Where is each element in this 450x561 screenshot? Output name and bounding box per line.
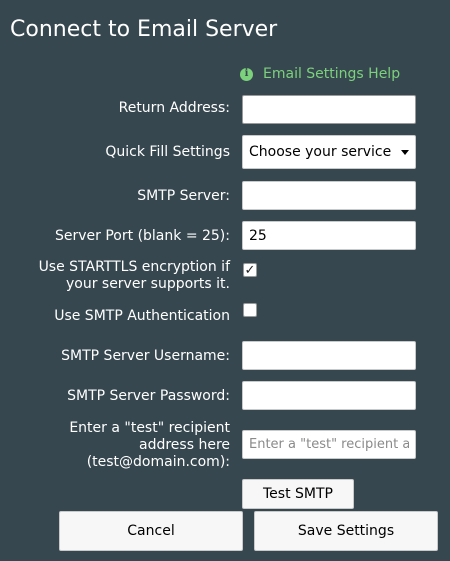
test-recipient-label-line2: address here	[139, 437, 230, 453]
smtp-server-input[interactable]	[242, 181, 416, 210]
server-port-input[interactable]	[242, 221, 416, 250]
smtp-password-input[interactable]	[242, 381, 416, 410]
server-port-label: Server Port (blank = 25):	[55, 228, 230, 244]
help-link-label: Email Settings Help	[263, 66, 401, 82]
starttls-checkbox[interactable]: ✓	[243, 263, 257, 277]
test-recipient-label: Enter a "test" recipient address here (t…	[69, 420, 230, 471]
save-settings-button[interactable]: Save Settings	[254, 511, 438, 551]
quick-fill-selected-value: Choose your service	[249, 144, 392, 160]
test-recipient-label-line1: Enter a "test" recipient	[69, 420, 230, 436]
test-recipient-label-line3: (test@domain.com):	[86, 454, 230, 470]
smtp-username-input[interactable]	[242, 341, 416, 370]
email-settings-help-link[interactable]: i Email Settings Help	[240, 66, 400, 82]
smtp-server-label: SMTP Server:	[137, 188, 230, 204]
chevron-down-icon	[401, 149, 409, 155]
cancel-button[interactable]: Cancel	[59, 511, 243, 551]
return-address-input[interactable]	[242, 95, 416, 124]
return-address-label: Return Address:	[118, 100, 230, 116]
checkmark-icon: ✓	[244, 262, 256, 278]
starttls-label: Use STARTTLS encryption if your server s…	[39, 259, 230, 293]
test-smtp-button[interactable]: Test SMTP	[242, 479, 354, 509]
smtp-username-label: SMTP Server Username:	[61, 348, 230, 364]
info-icon: i	[240, 67, 253, 81]
smtp-auth-checkbox[interactable]	[243, 303, 257, 317]
quick-fill-label: Quick Fill Settings	[105, 144, 230, 160]
test-recipient-input[interactable]	[242, 430, 416, 459]
smtp-password-label: SMTP Server Password:	[67, 388, 230, 404]
starttls-label-line1: Use STARTTLS encryption if	[38, 259, 230, 275]
dialog-title: Connect to Email Server	[10, 17, 278, 42]
starttls-label-line2: your server supports it.	[65, 276, 230, 292]
smtp-auth-label: Use SMTP Authentication	[54, 308, 230, 324]
quick-fill-select[interactable]: Choose your service	[242, 135, 416, 169]
